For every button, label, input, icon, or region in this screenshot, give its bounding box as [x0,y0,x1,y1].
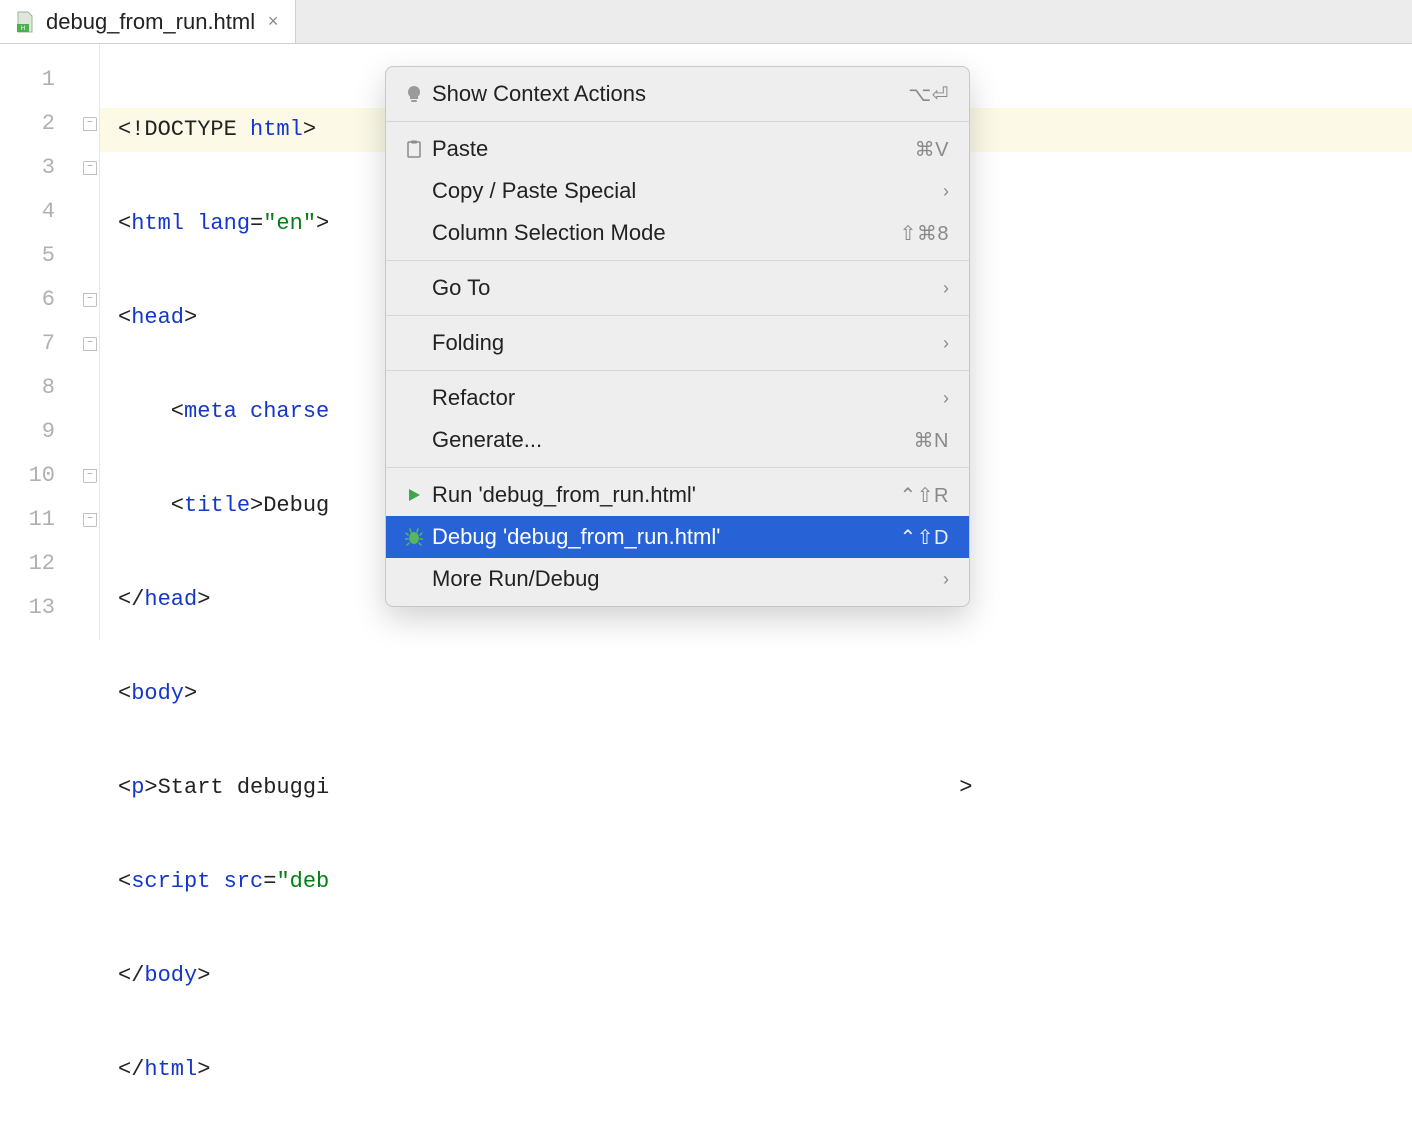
chevron-right-icon: › [943,278,949,299]
line-number: 9 [0,410,99,454]
chevron-right-icon: › [943,333,949,354]
menu-separator [386,260,969,261]
menu-shortcut: ⌥⏎ [908,82,949,107]
line-number: 3− [0,146,99,190]
menu-label: Show Context Actions [428,81,908,107]
menu-generate[interactable]: Generate... ⌘N [386,419,969,461]
menu-separator [386,315,969,316]
menu-separator [386,121,969,122]
code-line: <body> [100,672,1412,716]
menu-column-selection[interactable]: Column Selection Mode ⇧⌘8 [386,212,969,254]
bulb-icon [400,85,428,103]
line-number: 8 [0,366,99,410]
html-file-icon: H [14,11,36,33]
line-number: 5 [0,234,99,278]
menu-copy-paste-special[interactable]: Copy / Paste Special › [386,170,969,212]
menu-label: Paste [428,136,915,162]
menu-label: Run 'debug_from_run.html' [428,482,900,508]
bug-icon [400,528,428,546]
fold-marker-icon[interactable]: − [83,513,97,527]
menu-show-context-actions[interactable]: Show Context Actions ⌥⏎ [386,73,969,115]
code-line: </html> [100,1048,1412,1092]
menu-more-run-debug[interactable]: More Run/Debug › [386,558,969,600]
tab-filename: debug_from_run.html [46,9,255,35]
menu-shortcut: ⌃⇧R [900,483,949,508]
code-line: </body> [100,954,1412,998]
menu-label: Generate... [428,427,914,453]
chevron-right-icon: › [943,181,949,202]
chevron-right-icon: › [943,388,949,409]
line-number: 13 [0,586,99,630]
menu-label: Refactor [428,385,943,411]
menu-run[interactable]: Run 'debug_from_run.html' ⌃⇧R [386,474,969,516]
fold-marker-icon[interactable]: − [83,161,97,175]
menu-shortcut: ⌃⇧D [900,525,949,550]
line-number: 6− [0,278,99,322]
menu-folding[interactable]: Folding › [386,322,969,364]
menu-label: More Run/Debug [428,566,943,592]
code-line: <script src="deb [100,860,1412,904]
line-number: 1 [0,58,99,102]
fold-marker-icon[interactable]: − [83,337,97,351]
editor-tab[interactable]: H debug_from_run.html × [0,0,296,43]
chevron-right-icon: › [943,569,949,590]
menu-shortcut: ⌘V [915,137,949,162]
close-tab-icon[interactable]: × [265,11,281,32]
menu-label: Copy / Paste Special [428,178,943,204]
line-number: 4 [0,190,99,234]
menu-debug[interactable]: Debug 'debug_from_run.html' ⌃⇧D [386,516,969,558]
line-number: 11− [0,498,99,542]
context-menu: Show Context Actions ⌥⏎ Paste ⌘V Copy / … [385,66,970,607]
fold-marker-icon[interactable]: − [83,469,97,483]
gutter: 1 2− 3− 4 5 6− 7− 8 9 10− 11− 12 13 [0,44,100,640]
menu-label: Debug 'debug_from_run.html' [428,524,900,550]
menu-label: Go To [428,275,943,301]
line-number: 12 [0,542,99,586]
menu-shortcut: ⌘N [914,428,949,453]
menu-separator [386,370,969,371]
menu-label: Folding [428,330,943,356]
line-number: 7− [0,322,99,366]
menu-label: Column Selection Mode [428,220,900,246]
menu-refactor[interactable]: Refactor › [386,377,969,419]
clipboard-icon [400,140,428,158]
fold-marker-icon[interactable]: − [83,293,97,307]
fold-marker-icon[interactable]: − [83,117,97,131]
menu-separator [386,467,969,468]
line-number: 2− [0,102,99,146]
line-number: 10− [0,454,99,498]
menu-shortcut: ⇧⌘8 [900,221,949,246]
code-line: <p>Start debuggi> [100,766,1412,810]
tab-bar: H debug_from_run.html × [0,0,1412,44]
run-icon [400,487,428,503]
menu-paste[interactable]: Paste ⌘V [386,128,969,170]
menu-go-to[interactable]: Go To › [386,267,969,309]
svg-text:H: H [21,26,25,32]
